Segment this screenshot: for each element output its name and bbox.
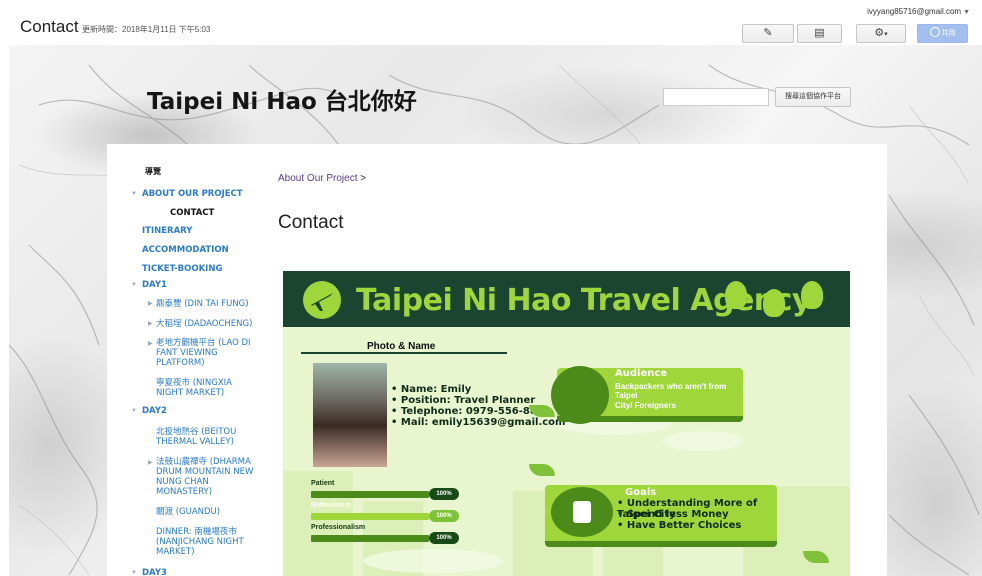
airplane-icon: [303, 281, 341, 319]
nav-day2[interactable]: DAY2: [142, 406, 167, 416]
audience-line: Backpackers who aren't from Taipei: [615, 382, 727, 400]
nav-day3[interactable]: DAY3: [142, 568, 167, 576]
goals-card: Goals • Understanding More of Taipei Cit…: [545, 485, 777, 547]
last-updated: 更新時間：2018年1月11日 下午5:03: [82, 25, 211, 34]
edit-page-button[interactable]: ✎: [742, 24, 794, 43]
info-position: • Position: Travel Planner: [391, 395, 536, 406]
page-name: Contact: [20, 17, 79, 36]
breadcrumb: About Our Project >: [278, 173, 366, 184]
site-toolbar: Contact 更新時間：2018年1月11日 下午5:03 ivyyang85…: [0, 0, 982, 45]
goal-item: • Have Better Choices: [617, 520, 742, 531]
plant-icon: [551, 487, 613, 537]
nav-about-our-project[interactable]: ABOUT OUR PROJECT: [142, 189, 243, 199]
nav-guandu[interactable]: 關渡 (GUANDU): [156, 507, 256, 517]
breadcrumb-separator: >: [360, 173, 367, 184]
account-email: ivyyang85716@gmail.com: [867, 7, 962, 16]
nav-ticket-booking[interactable]: TICKET-BOOKING: [142, 264, 222, 274]
nav-dharma-drum-mountain[interactable]: 法鼓山農禪寺 (DHARMA DRUM MOUNTAIN NEW NUNG CH…: [156, 457, 256, 497]
nav-itinerary[interactable]: ITINERARY: [142, 226, 192, 236]
collapsed-arrow-icon[interactable]: ▶: [148, 300, 153, 307]
nav-din-tai-fung[interactable]: 鼎泰豐 (DIN TAI FUNG): [156, 299, 256, 309]
skill-percent: 100%: [429, 532, 459, 544]
lightbulb-icon: [725, 281, 747, 309]
collapsed-arrow-icon[interactable]: ▶: [148, 320, 153, 327]
audience-card: Audience Backpackers who aren't from Tai…: [551, 366, 743, 424]
content-panel: 導覽 ▼ ABOUT OUR PROJECT CONTACT ITINERARY…: [107, 144, 887, 576]
nav-ningxia-night-market[interactable]: 寧夏夜市 (NINGXIA NIGHT MARKET): [156, 378, 251, 398]
more-actions-button[interactable]: ⚙▾: [856, 24, 906, 43]
breadcrumb-link[interactable]: About Our Project: [278, 173, 357, 184]
site-title[interactable]: Taipei Ni Hao 台北你好: [147, 82, 417, 116]
nav-contact[interactable]: CONTACT: [170, 208, 214, 218]
lightbulb-icon: [763, 289, 785, 317]
info-name: • Name: Emily: [391, 384, 472, 395]
profile-photo: [313, 363, 387, 467]
divider: [301, 352, 507, 354]
nav-beitou-thermal-valley[interactable]: 北投地熱谷 (BEITOU THERMAL VALLEY): [156, 427, 251, 447]
pencil-icon: ✎: [763, 27, 773, 39]
goals-title: Goals: [625, 487, 657, 498]
collapsed-arrow-icon[interactable]: ▶: [148, 459, 153, 466]
contact-poster-image: Taipei Ni Hao Travel Agency Photo & Name…: [283, 271, 850, 576]
lightbulb-icon: [801, 281, 823, 309]
photo-name-label: Photo & Name: [367, 341, 436, 352]
nav-accommodation[interactable]: ACCOMMODATION: [142, 245, 229, 255]
skill-percent: 100%: [429, 488, 459, 500]
audience-line: City/ Foreigners: [615, 401, 676, 410]
goal-item: • Spend less Money: [617, 509, 729, 520]
site-search-input[interactable]: [663, 88, 769, 106]
skill-label: Patient: [311, 480, 335, 487]
share-label: 共用: [941, 30, 956, 37]
expanded-arrow-icon[interactable]: ▼: [131, 191, 137, 197]
new-page-icon: ▤: [814, 27, 825, 39]
expanded-arrow-icon[interactable]: ▼: [131, 282, 137, 288]
new-page-button[interactable]: ▤: [797, 24, 842, 43]
nav-heading: 導覽: [145, 167, 161, 176]
people-icon: [551, 366, 609, 424]
audience-title: Audience: [615, 368, 668, 379]
collapsed-arrow-icon[interactable]: ▶: [148, 340, 153, 347]
account-menu[interactable]: ivyyang85716@gmail.com ▼: [867, 7, 970, 16]
skill-bar: [311, 491, 429, 498]
globe-icon: [929, 27, 940, 37]
page-title: Contact: [278, 212, 344, 233]
nav-lao-di-fant[interactable]: 老地方觀機平台 (LAO DI FANT VIEWING PLATFORM): [156, 338, 251, 368]
info-mail: • Mail: emily15639@gmail.com: [391, 417, 566, 428]
skill-label: Professionalism: [311, 524, 366, 531]
skill-bar: [311, 535, 429, 542]
gear-icon: ⚙: [874, 27, 885, 39]
skill-label: Enthusiasm: [311, 502, 351, 509]
chevron-down-icon: ▾: [884, 31, 888, 38]
skill-bar: [311, 513, 429, 520]
nav-nanjichang-night-market[interactable]: DINNER: 南機場夜市 (NANJICHANG NIGHT MARKET): [156, 527, 256, 557]
expanded-arrow-icon[interactable]: ▼: [131, 570, 137, 576]
share-button[interactable]: 共用: [917, 24, 968, 43]
expanded-arrow-icon[interactable]: ▼: [131, 408, 137, 414]
site-search-button[interactable]: 搜尋這個協作平台: [775, 87, 851, 107]
nav-dadaocheng[interactable]: 大稻埕 (DADAOCHENG): [156, 319, 256, 329]
info-telephone: • Telephone: 0979-556-888: [391, 406, 544, 417]
skill-percent: 100%: [429, 510, 459, 522]
chevron-down-icon: ▼: [963, 9, 970, 16]
nav-day1[interactable]: DAY1: [142, 280, 167, 290]
